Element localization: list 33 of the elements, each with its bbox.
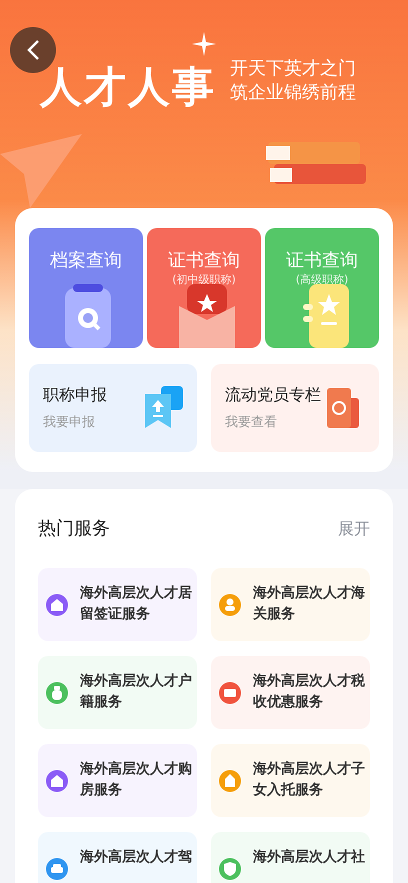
service-item[interactable]: 海外高层次人才购房服务 <box>38 744 197 817</box>
service-label: 海外高层次人才海关服务 <box>253 584 366 624</box>
service-item[interactable]: 海外高层次人才驾 <box>38 832 197 883</box>
section-title: 热门服务 <box>38 517 110 541</box>
shortcut-card[interactable]: 流动党员专栏 我要查看 <box>211 364 379 452</box>
slogan-line: 开天下英才之门 <box>230 58 356 80</box>
service-label: 海外高层次人才社 <box>253 848 366 867</box>
shortcut-title: 流动党员专栏 <box>225 384 321 406</box>
service-item[interactable]: 海外高层次人才户籍服务 <box>38 656 197 729</box>
back-icon <box>26 39 40 61</box>
service-item[interactable]: 海外高层次人才子女入托服务 <box>211 744 370 817</box>
page-title: 人才人事 <box>40 66 216 108</box>
shortcut-title: 职称申报 <box>43 384 107 406</box>
shortcut-card[interactable]: 职称申报 我要申报 <box>29 364 197 452</box>
sparkle-icon <box>192 32 216 56</box>
service-label: 海外高层次人才税收优惠服务 <box>253 672 366 712</box>
service-label: 海外高层次人才居留签证服务 <box>80 584 193 624</box>
service-item[interactable]: 海外高层次人才居留签证服务 <box>38 568 197 641</box>
tile-title: 档案查询 <box>50 250 122 272</box>
shortcut-subtitle: 我要查看 <box>225 414 278 432</box>
service-label: 海外高层次人才户籍服务 <box>80 672 193 712</box>
tile-title: 证书查询 <box>286 250 358 272</box>
tile-subtitle: (高级职称) <box>296 272 348 288</box>
service-label: 海外高层次人才购房服务 <box>80 760 193 800</box>
shortcut-subtitle: 我要申报 <box>43 414 96 432</box>
service-label: 海外高层次人才子女入托服务 <box>253 760 366 800</box>
tile-subtitle: (初中级职称) <box>172 272 236 288</box>
slogan-line: 筑企业锦绣前程 <box>230 82 356 104</box>
service-label: 海外高层次人才驾 <box>80 848 193 867</box>
service-item[interactable]: 海外高层次人才海关服务 <box>211 568 370 641</box>
service-item[interactable]: 海外高层次人才税收优惠服务 <box>211 656 370 729</box>
service-item[interactable]: 海外高层次人才社 <box>211 832 370 883</box>
tile-title: 证书查询 <box>168 250 240 272</box>
